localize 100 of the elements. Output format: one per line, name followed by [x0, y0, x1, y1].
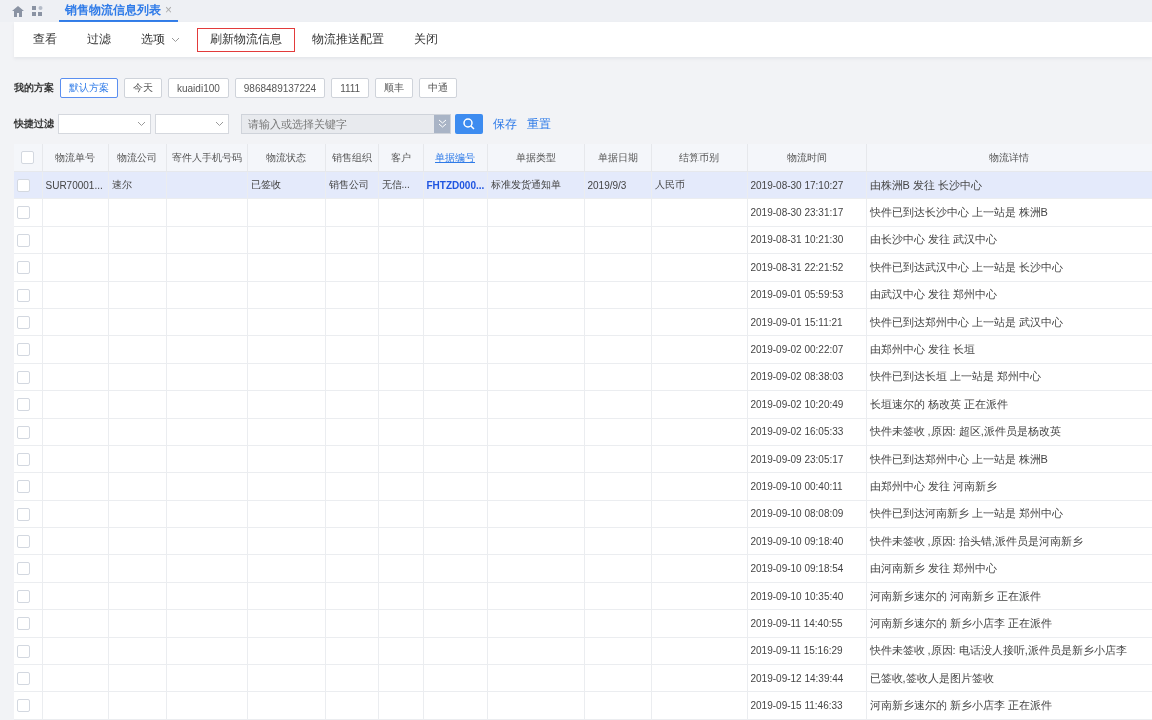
caret-icon: [171, 36, 180, 43]
checkbox[interactable]: [17, 589, 30, 603]
table-row[interactable]: 2019-09-10 10:35:40 河南新乡速尔的 河南新乡 正在派件: [14, 582, 1152, 610]
field-select[interactable]: [58, 114, 151, 134]
checkbox[interactable]: [17, 672, 30, 685]
table-cell: 标准发货通知单: [490, 179, 561, 191]
column-header[interactable]: 物流单号: [42, 144, 108, 172]
checkbox[interactable]: [17, 480, 30, 494]
checkbox[interactable]: [21, 151, 35, 164]
table-row[interactable]: 2019-09-10 09:18:54 由河南新乡 发往 郑州中心: [14, 554, 1152, 583]
scheme-button[interactable]: 中通: [419, 78, 458, 98]
checkbox[interactable]: [17, 206, 30, 220]
table-row[interactable]: 2019-08-31 10:21:30 由长沙中心 发往 武汉中心: [14, 226, 1152, 254]
scheme-button[interactable]: 顺丰: [375, 78, 414, 98]
table-row[interactable]: 2019-09-10 09:18:40 快件未签收 ,原因: 抬头错,派件员是河南新乡: [14, 527, 1152, 555]
table-row[interactable]: SUR70001... 速尔 已签收 销售公司 无信... FHTZD000... 标准发货通知单 2019/9/3 人民币 2019-08-30 17:10:27 由株洲B 发往 长沙中心: [14, 171, 1152, 199]
table-row[interactable]: 2019-09-02 08:38:03 快件已到达长垣 上一站是 郑州中心: [14, 363, 1152, 391]
search-field[interactable]: 请输入或选择关键字: [241, 114, 451, 134]
table-cell: 2019-09-09 23:05:17: [750, 453, 844, 465]
document-link[interactable]: FHTZD000...: [426, 179, 485, 191]
table-cell: 由武汉中心 发往 郑州中心: [869, 288, 997, 301]
table-row[interactable]: 2019-09-10 00:40:11 由郑州中心 发往 河南新乡: [14, 472, 1152, 501]
expand-icon[interactable]: [434, 115, 450, 133]
checkbox[interactable]: [17, 699, 30, 713]
table-cell: 由郑州中心 发往 长垣: [869, 343, 975, 356]
table-row[interactable]: 2019-09-12 14:39:44 已签收,签收人是图片签收: [14, 664, 1152, 692]
table-cell: 2019-09-10 08:08:09: [750, 508, 844, 520]
home-icon[interactable]: [12, 6, 24, 17]
filter-link[interactable]: 保存: [493, 115, 517, 133]
toolbar-button[interactable]: 刷新物流信息: [197, 27, 295, 52]
table-cell: 2019-09-15 11:46:33: [750, 700, 843, 712]
table-cell: 2019-09-01 15:11:21: [750, 316, 843, 328]
table-cell: 2019-08-31 10:21:30: [750, 234, 844, 246]
table-cell: 2019-09-10 09:18:54: [750, 563, 844, 575]
checkbox[interactable]: [17, 261, 30, 275]
toolbar-button[interactable]: 过滤: [74, 27, 124, 52]
table-cell: 2019/9/3: [587, 179, 627, 191]
column-header[interactable]: 物流时间: [747, 144, 866, 172]
toolbar-button[interactable]: 关闭: [401, 27, 451, 52]
toolbar-button[interactable]: 物流推送配置: [299, 27, 397, 52]
table-cell: 速尔: [111, 179, 132, 191]
search-input[interactable]: 请输入或选择关键字: [242, 117, 434, 131]
filter-link[interactable]: 重置: [527, 115, 551, 133]
scheme-button[interactable]: 今天: [124, 78, 162, 98]
column-header[interactable]: 销售组织: [325, 144, 378, 172]
toolbar-button[interactable]: 选项: [128, 27, 193, 52]
column-header[interactable]: 结算币别: [651, 144, 747, 172]
table-cell: 2019-09-11 14:40:55: [750, 617, 843, 629]
checkbox[interactable]: [17, 343, 30, 357]
table-row[interactable]: 2019-09-09 23:05:17 快件已到达郑州中心 上一站是 株洲B: [14, 445, 1152, 473]
checkbox[interactable]: [17, 179, 30, 192]
scheme-button[interactable]: kuaidi100: [168, 78, 229, 98]
table-row[interactable]: 2019-08-31 22:21:52 快件已到达武汉中心 上一站是 长沙中心: [14, 253, 1152, 282]
column-header[interactable]: 物流公司: [108, 144, 166, 172]
scheme-button[interactable]: 默认方案: [60, 78, 118, 98]
checkbox[interactable]: [17, 507, 30, 521]
condition-select[interactable]: [155, 114, 229, 134]
column-header[interactable]: 物流详情: [866, 144, 1152, 172]
checkbox[interactable]: [17, 562, 30, 576]
table-row[interactable]: 2019-09-11 15:16:29 快件未签收 ,原因: 电话没人接听,派件员是新乡小店李: [14, 637, 1152, 665]
table-row[interactable]: 2019-09-02 00:22:07 由郑州中心 发往 长垣: [14, 335, 1152, 364]
table-row[interactable]: 2019-09-11 14:40:55 河南新乡速尔的 新乡小店李 正在派件: [14, 609, 1152, 638]
column-header[interactable]: 物流状态: [247, 144, 325, 172]
column-header[interactable]: 单据类型: [487, 144, 584, 172]
column-header[interactable]: 单据编号: [423, 144, 487, 172]
table-cell: 2019-09-02 00:22:07: [750, 344, 844, 356]
checkbox[interactable]: [17, 452, 30, 466]
checkbox[interactable]: [17, 644, 30, 658]
grid-icon[interactable]: [32, 6, 43, 17]
search-icon: [463, 118, 475, 130]
column-header[interactable]: 寄件人手机号码: [166, 144, 247, 172]
table-row[interactable]: 2019-09-02 16:05:33 快件未签收 ,原因: 超区,派件员是杨改英: [14, 418, 1152, 446]
scheme-button[interactable]: 9868489137224: [234, 78, 326, 98]
table-cell: 快件已到达河南新乡 上一站是 郑州中心: [869, 507, 1063, 520]
scheme-button[interactable]: 1111: [331, 78, 370, 98]
table-row[interactable]: 2019-09-01 15:11:21 快件已到达郑州中心 上一站是 武汉中心: [14, 308, 1152, 336]
toolbar-button[interactable]: 查看: [20, 27, 70, 52]
table-cell: SUR70001...: [45, 179, 103, 191]
checkbox[interactable]: [17, 617, 30, 631]
checkbox[interactable]: [17, 315, 30, 329]
table-cell: 无信...: [381, 179, 410, 191]
table-row[interactable]: 2019-09-10 08:08:09 快件已到达河南新乡 上一站是 郑州中心: [14, 500, 1152, 528]
checkbox[interactable]: [17, 288, 30, 302]
scheme-label: 我的方案: [14, 81, 54, 95]
table-row[interactable]: 2019-09-15 11:46:33 河南新乡速尔的 新乡小店李 正在派件: [14, 691, 1152, 720]
checkbox[interactable]: [17, 233, 30, 247]
table-cell: 由郑州中心 发往 河南新乡: [869, 480, 997, 492]
caret-icon: [137, 121, 146, 127]
table-row[interactable]: 2019-08-30 23:31:17 快件已到达长沙中心 上一站是 株洲B: [14, 198, 1152, 227]
table-cell: 2019-09-01 05:59:53: [750, 289, 844, 301]
checkbox[interactable]: [17, 535, 30, 549]
checkbox[interactable]: [17, 370, 30, 384]
column-header[interactable]: 单据日期: [584, 144, 651, 172]
table-row[interactable]: 2019-09-02 10:20:49 长垣速尔的 杨改英 正在派件: [14, 390, 1152, 418]
checkbox[interactable]: [17, 425, 30, 439]
search-button[interactable]: [455, 114, 483, 134]
table-row[interactable]: 2019-09-01 05:59:53 由武汉中心 发往 郑州中心: [14, 281, 1152, 309]
column-header[interactable]: 客户: [378, 144, 423, 172]
table-cell: 快件已到达长沙中心 上一站是 株洲B: [869, 206, 1048, 219]
checkbox[interactable]: [17, 398, 30, 412]
